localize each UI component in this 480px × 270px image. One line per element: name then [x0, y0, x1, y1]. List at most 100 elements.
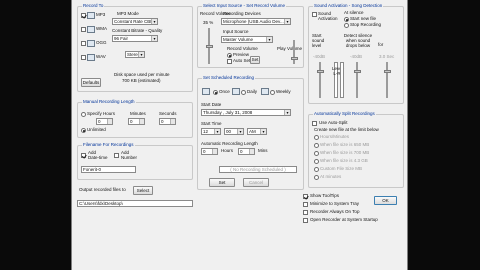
open-startup-label: Open Recorder at System Startup [310, 217, 378, 222]
quality-dropdown[interactable]: 96 Fair [112, 35, 158, 42]
split-option-label: Hours/Minutes [320, 134, 350, 139]
silence-seconds-slider-thumb[interactable] [384, 70, 391, 73]
auto-length-label: Automatic Recording Length [201, 141, 258, 146]
format-ogg-label: OGG [96, 40, 107, 45]
add-number-checkbox[interactable] [114, 153, 119, 158]
output-path-field[interactable]: C:\Users\fdx\Desktop\ [77, 200, 193, 207]
split-option-radio[interactable] [314, 143, 319, 148]
use-auto-split-label: Use Auto-Split [319, 120, 348, 125]
record-volume-slider-thumb[interactable] [206, 45, 213, 48]
select-folder-button[interactable]: Select [133, 186, 153, 195]
auto-hours-spinner[interactable]: 0 [201, 148, 218, 155]
silence-level-slider-track [356, 62, 358, 98]
mp3-mode-dropdown[interactable]: Constant Rate CBR [112, 18, 158, 25]
filename-input[interactable]: Fonerit-0 [81, 166, 136, 173]
preview-radio[interactable] [227, 53, 232, 58]
always-on-top-checkbox[interactable] [303, 210, 308, 215]
minimize-tray-label: Minimize to System Tray [310, 201, 360, 206]
start-level-slider-thumb[interactable] [317, 70, 324, 73]
unlimited-label: Unlimited [87, 127, 106, 132]
detect-silence-label: Detect silence when sound drops below [343, 33, 373, 48]
split-option-label: When file size is 700 MB [320, 150, 370, 155]
format-mp3-checkbox[interactable] [81, 13, 86, 18]
sound-activation-title: Sound Activation - Song Detection [313, 3, 384, 9]
start-level-value: -40dB [313, 54, 326, 59]
add-number-label: Add Number [121, 150, 138, 160]
level-meter-right [340, 62, 344, 98]
minimize-tray-checkbox[interactable] [303, 202, 308, 207]
start-time-label: Start Time [201, 121, 222, 126]
split-option-radio[interactable] [314, 151, 319, 156]
play-volume-slider-track [293, 40, 295, 64]
input-source-dropdown[interactable]: Master Volume [221, 36, 273, 43]
add-datetime-label: Add Date-time [88, 150, 108, 160]
schedule-status: ( No Recording Scheduled ) [219, 166, 297, 173]
quality-label: Constant Bitrate - Quality [112, 28, 163, 33]
set-volume-button[interactable]: Set [250, 56, 260, 64]
format-ogg-checkbox[interactable] [81, 41, 86, 46]
split-option-radio[interactable] [314, 159, 319, 164]
silence-seconds-value: 3.0 Sec [379, 54, 395, 59]
ok-button[interactable]: OK [374, 196, 397, 205]
weekly-label: Weekly [276, 89, 291, 94]
start-new-file-radio[interactable] [344, 17, 349, 22]
play-volume-label: Play Volume [277, 46, 303, 51]
format-ogg-icon [87, 40, 95, 47]
auto-split-title: Automatically Split Recordings [313, 111, 376, 117]
silence-level-slider-thumb[interactable] [354, 70, 361, 73]
unlimited-radio[interactable] [81, 128, 86, 133]
minutes-label: Minutes [130, 111, 146, 116]
manual-length-title: Manual Recording Length [82, 99, 136, 105]
show-tooltips-label: Show ToolTips [310, 193, 340, 198]
recording-devices-label: Recording Devices [223, 11, 261, 16]
open-startup-checkbox[interactable] [303, 218, 308, 223]
weekly-radio[interactable] [270, 90, 275, 95]
once-radio[interactable] [213, 90, 218, 95]
channels-dropdown[interactable]: Stereo [125, 51, 145, 58]
format-wma-icon [87, 26, 95, 33]
create-new-file-label: Create new file at the limit below [314, 127, 379, 132]
daily-icon [232, 88, 240, 95]
start-ampm-dropdown[interactable]: AM [247, 128, 267, 135]
weekly-icon [261, 88, 269, 95]
auto-hours-label: Hours [221, 148, 234, 153]
start-hour-dropdown[interactable]: 12 [201, 128, 221, 135]
format-wma-checkbox[interactable] [81, 27, 86, 32]
format-mp3-label: MP3 [96, 12, 106, 17]
set-schedule-button[interactable]: Set [209, 178, 235, 187]
calendar-icon [202, 88, 210, 95]
add-datetime-checkbox[interactable] [81, 153, 86, 158]
cancel-schedule-button[interactable]: Cancel [243, 178, 269, 187]
record-to-title: Record To [82, 3, 105, 9]
start-date-picker[interactable]: Thursday , July 31, 2008 [201, 109, 291, 116]
format-wav-checkbox[interactable] [81, 55, 86, 60]
split-option-label: When file size is 650 MB [320, 142, 370, 147]
stop-recording-label: Stop Recording [350, 22, 382, 27]
play-volume-slider-thumb[interactable] [291, 57, 298, 60]
hours-spinner[interactable]: 0 [96, 118, 113, 125]
sound-activation-checkbox[interactable] [312, 12, 317, 17]
split-option-radio[interactable] [314, 135, 319, 140]
stop-recording-radio[interactable] [344, 23, 349, 28]
output-label: Output recorded files to [79, 187, 126, 192]
auto-minutes-spinner[interactable]: 0 [238, 148, 255, 155]
show-tooltips-checkbox[interactable] [303, 194, 308, 199]
mp3-mode-label: MP3 Mode [117, 11, 139, 16]
start-minute-dropdown[interactable]: 00 [224, 128, 244, 135]
recording-device-dropdown[interactable]: Microphone (USB Audio Dev... [221, 18, 291, 25]
silence-level-value: -40dB [350, 54, 363, 59]
for-label: for [378, 42, 384, 47]
minutes-spinner[interactable]: 0 [128, 118, 145, 125]
daily-radio[interactable] [241, 90, 246, 95]
auto-set-checkbox[interactable] [227, 59, 232, 64]
specify-hours-radio[interactable] [81, 112, 86, 117]
use-auto-split-checkbox[interactable] [312, 121, 317, 126]
seconds-label: Seconds [159, 111, 177, 116]
input-source-label: Input Source [223, 29, 249, 34]
split-option-radio[interactable] [314, 175, 319, 180]
seconds-spinner[interactable]: 0 [159, 118, 176, 125]
disk-space-value: 700 KB (estimated) [122, 78, 161, 83]
split-option-radio[interactable] [314, 167, 319, 172]
defaults-button[interactable]: Defaults [81, 78, 101, 87]
recorder-options-window: Record To MP3 Mode Constant Rate CBR Con… [71, 0, 408, 270]
